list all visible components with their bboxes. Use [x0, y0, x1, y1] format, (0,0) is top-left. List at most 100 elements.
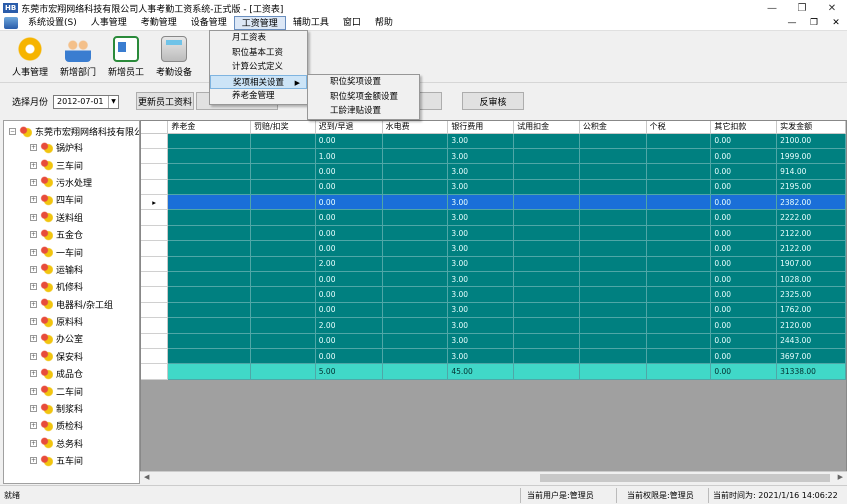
personnel-tool-button[interactable]: 人事管理 [6, 31, 54, 83]
table-cell[interactable] [646, 163, 712, 180]
table-cell[interactable] [250, 194, 316, 211]
table-cell[interactable]: 3.00 [447, 240, 515, 257]
table-row[interactable]: 0.00 3.00 0.00 2325.00 [141, 286, 846, 303]
column-header[interactable]: 其它扣款 [710, 121, 778, 134]
menu-monthly-salary[interactable]: 月工资表 [210, 31, 307, 46]
table-cell[interactable] [167, 302, 251, 319]
table-row[interactable]: 0.00 3.00 0.00 2122.00 [141, 225, 846, 242]
tree-node[interactable]: + 一车间 [4, 243, 139, 260]
table-row[interactable]: 0.00 3.00 0.00 2195.00 [141, 179, 846, 196]
table-cell[interactable] [382, 240, 449, 257]
update-employee-button[interactable]: 更新员工资料 [136, 92, 194, 110]
calendar-dropdown-icon[interactable]: ▼ [108, 95, 118, 108]
expand-icon[interactable]: + [30, 231, 37, 239]
menu-pension[interactable]: 养老金管理 [210, 89, 307, 104]
menu-attendance[interactable]: 考勤管理 [134, 16, 184, 30]
column-header[interactable]: 试用扣金 [513, 121, 580, 134]
table-cell[interactable]: 3.00 [447, 163, 515, 180]
table-cell[interactable]: 0.00 [315, 194, 383, 211]
table-cell[interactable] [579, 179, 647, 196]
table-cell[interactable] [250, 271, 316, 288]
table-cell[interactable]: 3.00 [447, 133, 515, 149]
table-cell[interactable] [382, 271, 449, 288]
tree-node[interactable]: + 三车间 [4, 156, 139, 173]
add-employee-button[interactable]: 新增员工 [102, 31, 150, 83]
table-cell[interactable]: 1028.00 [776, 271, 846, 288]
expand-icon[interactable]: + [30, 422, 37, 430]
unreview-button[interactable]: 反审核 [462, 92, 524, 110]
submenu-seniority-allowance[interactable]: 工龄津贴设置 [308, 104, 419, 119]
tree-node[interactable]: + 电器科/杂工组 [4, 296, 139, 313]
table-cell[interactable] [250, 302, 316, 319]
row-header[interactable] [141, 286, 169, 303]
table-cell[interactable]: 0.00 [710, 179, 778, 196]
table-row[interactable]: 1.00 3.00 0.00 1999.00 [141, 148, 846, 165]
table-cell[interactable] [167, 317, 251, 334]
column-header[interactable]: 养老金 [167, 121, 251, 134]
table-cell[interactable]: 0.00 [710, 333, 778, 349]
scroll-thumb[interactable] [540, 474, 830, 482]
table-cell[interactable]: 3.00 [447, 348, 515, 365]
table-cell[interactable] [382, 133, 449, 149]
table-cell[interactable] [250, 209, 316, 226]
table-cell[interactable]: 0.00 [315, 240, 383, 257]
table-cell[interactable] [167, 240, 251, 257]
table-cell[interactable] [382, 333, 449, 349]
scroll-left-icon[interactable]: ◀ [144, 473, 149, 481]
menu-formula[interactable]: 计算公式定义 [210, 60, 307, 75]
row-header[interactable] [141, 333, 169, 349]
table-cell[interactable]: 0.00 [710, 317, 778, 334]
table-cell[interactable] [513, 333, 580, 349]
table-cell[interactable] [646, 209, 712, 226]
table-row[interactable]: 0.00 3.00 0.00 3697.00 [141, 348, 846, 365]
row-header[interactable] [141, 240, 169, 257]
table-cell[interactable] [646, 240, 712, 257]
table-cell[interactable] [382, 317, 449, 334]
table-cell[interactable] [513, 286, 580, 303]
table-row[interactable]: 0.00 3.00 0.00 1762.00 [141, 302, 846, 319]
expand-icon[interactable]: + [30, 318, 37, 326]
close-button[interactable]: ✕ [817, 0, 847, 16]
row-header[interactable]: ▸ [141, 194, 169, 211]
table-cell[interactable]: 3.00 [447, 148, 515, 165]
expand-icon[interactable]: + [30, 300, 37, 308]
table-cell[interactable]: 3.00 [447, 271, 515, 288]
expand-icon[interactable]: + [30, 178, 37, 186]
row-header[interactable] [141, 256, 169, 273]
table-cell[interactable]: 3.00 [447, 317, 515, 334]
tree-node[interactable]: + 运输科 [4, 261, 139, 278]
submenu-bonus-amount[interactable]: 职位奖项金额设置 [308, 90, 419, 105]
table-cell[interactable]: 2222.00 [776, 209, 846, 226]
table-cell[interactable] [167, 256, 251, 273]
table-cell[interactable]: 0.00 [710, 286, 778, 303]
table-cell[interactable] [167, 225, 251, 242]
table-cell[interactable] [382, 256, 449, 273]
table-cell[interactable]: 0.00 [315, 333, 383, 349]
row-header[interactable] [141, 133, 169, 149]
table-cell[interactable] [513, 302, 580, 319]
table-cell[interactable]: 0.00 [710, 148, 778, 165]
table-cell[interactable] [579, 225, 647, 242]
row-header[interactable] [141, 348, 169, 365]
collapse-icon[interactable]: − [9, 128, 16, 135]
column-header[interactable]: 迟到/早退 [315, 121, 383, 134]
table-cell[interactable] [167, 348, 251, 365]
table-cell[interactable] [579, 148, 647, 165]
table-cell[interactable] [579, 240, 647, 257]
table-cell[interactable] [579, 286, 647, 303]
column-header[interactable]: 水电费 [382, 121, 449, 134]
row-header[interactable] [141, 225, 169, 242]
table-cell[interactable]: 2443.00 [776, 333, 846, 349]
menu-bonus-settings[interactable]: 奖项相关设置 ▶ [210, 74, 307, 89]
table-row[interactable]: 2.00 3.00 0.00 1907.00 [141, 256, 846, 273]
menu-tools[interactable]: 辅助工具 [286, 16, 336, 30]
table-cell[interactable] [382, 179, 449, 196]
department-tree[interactable]: − 东莞市宏翔网络科技有限公司 + 锅炉科 + 三车间 + 污水处理 + 四车间 + 送料组 + 五金… [3, 120, 140, 484]
horizontal-scrollbar[interactable]: ◀ ▶ [140, 471, 847, 484]
table-cell[interactable]: 0.00 [710, 271, 778, 288]
table-cell[interactable] [250, 348, 316, 365]
table-cell[interactable]: 3.00 [447, 179, 515, 196]
table-cell[interactable] [382, 194, 449, 211]
table-cell[interactable] [513, 179, 580, 196]
table-cell[interactable]: 2120.00 [776, 317, 846, 334]
